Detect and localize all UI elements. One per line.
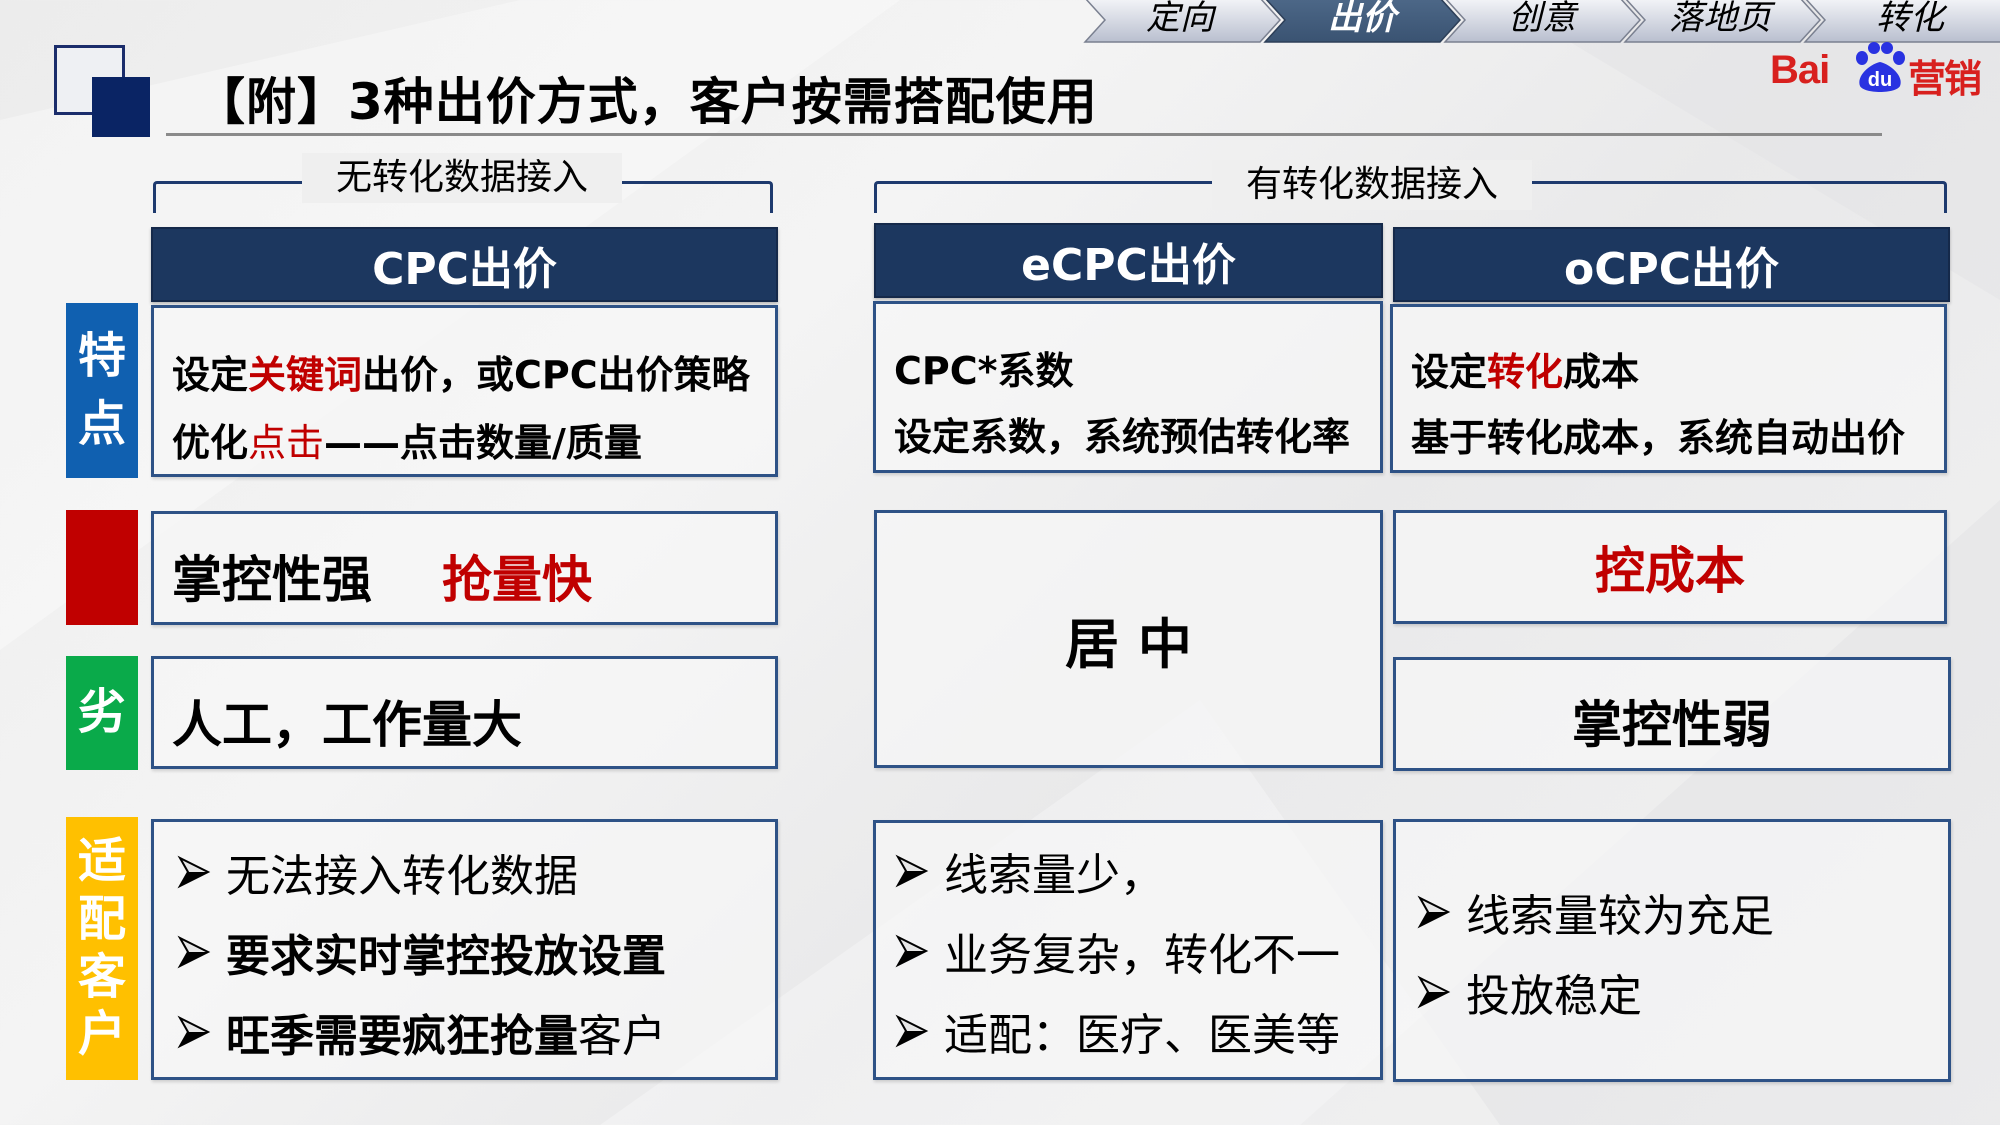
cpc-feature-line-2: 优化点击——点击数量/质量 [172, 412, 642, 467]
ecpc-pros-cons-text: 居 中 [1065, 612, 1192, 676]
cpc-fit-list: 无法接入转化数据 要求实时掌控投放设置 旺季需要疯狂抢量 客户 [176, 832, 666, 1072]
cpc-pros-text: 掌控性强 抢量快 [172, 540, 592, 612]
row-label-pros: 优 [66, 510, 138, 625]
logo-bai-text: Bai [1770, 48, 1830, 92]
ocpc-fit-box: 线索量较为充足 投放稳定 [1393, 819, 1951, 1082]
arrow-bullet-icon [177, 855, 211, 889]
ocpc-pros-text: 控成本 [1595, 542, 1745, 600]
ecpc-feature-line-2: 设定系数，系统预估转化率 [894, 415, 1351, 459]
column-header-ecpc: eCPC出价 [874, 223, 1383, 298]
ecpc-fit-box: 线索量少， 业务复杂，转化不一 适配：医疗、医美等 [873, 820, 1383, 1080]
cpc-pros-box: 掌控性强 抢量快 [151, 511, 778, 625]
list-item: 线索量较为充足 [1416, 872, 1774, 952]
title-divider [166, 133, 1882, 136]
ocpc-pros-box: 控成本 [1393, 510, 1947, 624]
logo-ying-text: 营销 [1908, 57, 1982, 101]
group-label-no-conversion: 无转化数据接入 [302, 153, 622, 203]
list-item: 业务复杂，转化不一 [894, 911, 1340, 991]
arrow-bullet-icon [1417, 895, 1451, 929]
ocpc-feature-1-post: 成本 [1563, 350, 1640, 394]
ocpc-feature-line-2: 基于转化成本，系统自动出价 [1411, 416, 1906, 460]
arrow-bullet-icon [177, 1015, 211, 1049]
cpc-feature-line-1: 设定关键词出价，或CPC出价策略 [172, 344, 750, 399]
cpc-pros-highlight: 抢量快 [442, 551, 592, 609]
row-label-pros-char: 优 [77, 538, 126, 595]
ocpc-fit-item-2: 投放稳定 [1466, 971, 1642, 1022]
nav-step-conversion[interactable]: 转化 [1845, 0, 1975, 40]
logo-du-text: du [1868, 69, 1892, 91]
ecpc-features-box: CPC*系数 设定系数，系统预估转化率 [873, 301, 1383, 473]
ecpc-fit-list: 线索量少， 业务复杂，转化不一 适配：医疗、医美等 [894, 831, 1340, 1071]
row-label-fit-char-1: 适 [77, 833, 126, 890]
ecpc-fit-item-2: 业务复杂，转化不一 [944, 930, 1340, 981]
ecpc-pros-cons-box: 居 中 [874, 510, 1383, 768]
cpc-cons-text: 人工，工作量大 [172, 696, 522, 754]
arrow-bullet-icon [895, 1014, 929, 1048]
group-label-with-conversion: 有转化数据接入 [1212, 160, 1532, 210]
list-item: 旺季需要疯狂抢量 客户 [176, 992, 666, 1072]
cpc-fit-item-2: 要求实时掌控投放设置 [226, 931, 666, 982]
list-item: 要求实时掌控投放设置 [176, 912, 666, 992]
row-label-fit-char-4: 户 [77, 1006, 126, 1063]
row-label-features-char-2: 点 [77, 395, 126, 452]
cpc-fit-item-3-bold: 旺季需要疯狂抢量 [226, 1011, 578, 1062]
row-label-fit-customers: 适 配 客 户 [66, 817, 138, 1080]
ocpc-cons-box: 掌控性弱 [1393, 657, 1951, 771]
list-item: 线索量少， [894, 831, 1340, 911]
cpc-feature-1-highlight: 关键词 [248, 353, 363, 397]
ecpc-fit-item-1: 线索量少， [944, 850, 1164, 901]
nav-step-landing-page[interactable]: 落地页 [1655, 0, 1785, 40]
list-item: 无法接入转化数据 [176, 832, 666, 912]
list-item: 投放稳定 [1416, 952, 1774, 1032]
cpc-feature-2-post: ——点击数量/质量 [324, 421, 642, 465]
baidu-marketing-logo: Bai du 营销 [1770, 40, 1982, 101]
cpc-feature-1-post: 出价，或CPC出价策略 [362, 353, 750, 397]
process-nav: 定向 出价 创意 落地页 转化 [1075, 0, 2000, 45]
ocpc-features-box: 设定转化成本 基于转化成本，系统自动出价 [1390, 304, 1947, 473]
baidu-paw-icon: du [1856, 42, 1905, 92]
cpc-fit-box: 无法接入转化数据 要求实时掌控投放设置 旺季需要疯狂抢量 客户 [151, 819, 778, 1080]
ocpc-feature-1-highlight: 转化 [1487, 350, 1564, 394]
row-label-fit-char-2: 配 [77, 890, 126, 947]
ocpc-feature-line-1: 设定转化成本 [1411, 341, 1639, 396]
cpc-fit-item-1: 无法接入转化数据 [226, 851, 578, 902]
cpc-feature-2-highlight: 点击 [248, 421, 325, 465]
cpc-feature-1-pre: 设定 [172, 353, 249, 397]
nav-step-bidding[interactable]: 出价 [1297, 0, 1427, 40]
row-label-features: 特 点 [66, 303, 138, 478]
cpc-pros-main: 掌控性强 [172, 551, 372, 609]
row-label-cons: 劣 [66, 656, 138, 770]
ecpc-fit-item-3: 适配：医疗、医美等 [944, 1010, 1340, 1061]
cpc-features-box: 设定关键词出价，或CPC出价策略 优化点击——点击数量/质量 [151, 305, 778, 477]
ecpc-feature-line-1: CPC*系数 [894, 349, 1074, 393]
arrow-bullet-icon [895, 934, 929, 968]
ocpc-feature-1-pre: 设定 [1411, 350, 1488, 394]
ocpc-cons-text: 掌控性弱 [1572, 696, 1772, 754]
row-label-features-char-1: 特 [77, 328, 126, 385]
arrow-bullet-icon [177, 935, 211, 969]
page-title: 【附】3种出价方式，客户按需搭配使用 [195, 73, 1098, 131]
ocpc-fit-item-1: 线索量较为充足 [1466, 891, 1774, 942]
arrow-bullet-icon [1417, 975, 1451, 1009]
column-header-cpc: CPC出价 [151, 227, 778, 302]
cpc-feature-2-pre: 优化 [172, 421, 249, 465]
column-header-ocpc: oCPC出价 [1393, 227, 1950, 302]
nav-step-targeting[interactable]: 定向 [1115, 0, 1245, 40]
row-label-fit-char-3: 客 [77, 948, 126, 1005]
row-label-cons-char: 劣 [77, 684, 126, 741]
decorative-square-filled [92, 77, 150, 137]
list-item: 适配：医疗、医美等 [894, 991, 1340, 1071]
arrow-bullet-icon [895, 854, 929, 888]
cpc-fit-item-3-normal: 客户 [578, 1011, 666, 1062]
cpc-cons-box: 人工，工作量大 [151, 656, 778, 769]
nav-step-creative[interactable]: 创意 [1477, 0, 1607, 40]
ocpc-fit-list: 线索量较为充足 投放稳定 [1416, 872, 1774, 1032]
